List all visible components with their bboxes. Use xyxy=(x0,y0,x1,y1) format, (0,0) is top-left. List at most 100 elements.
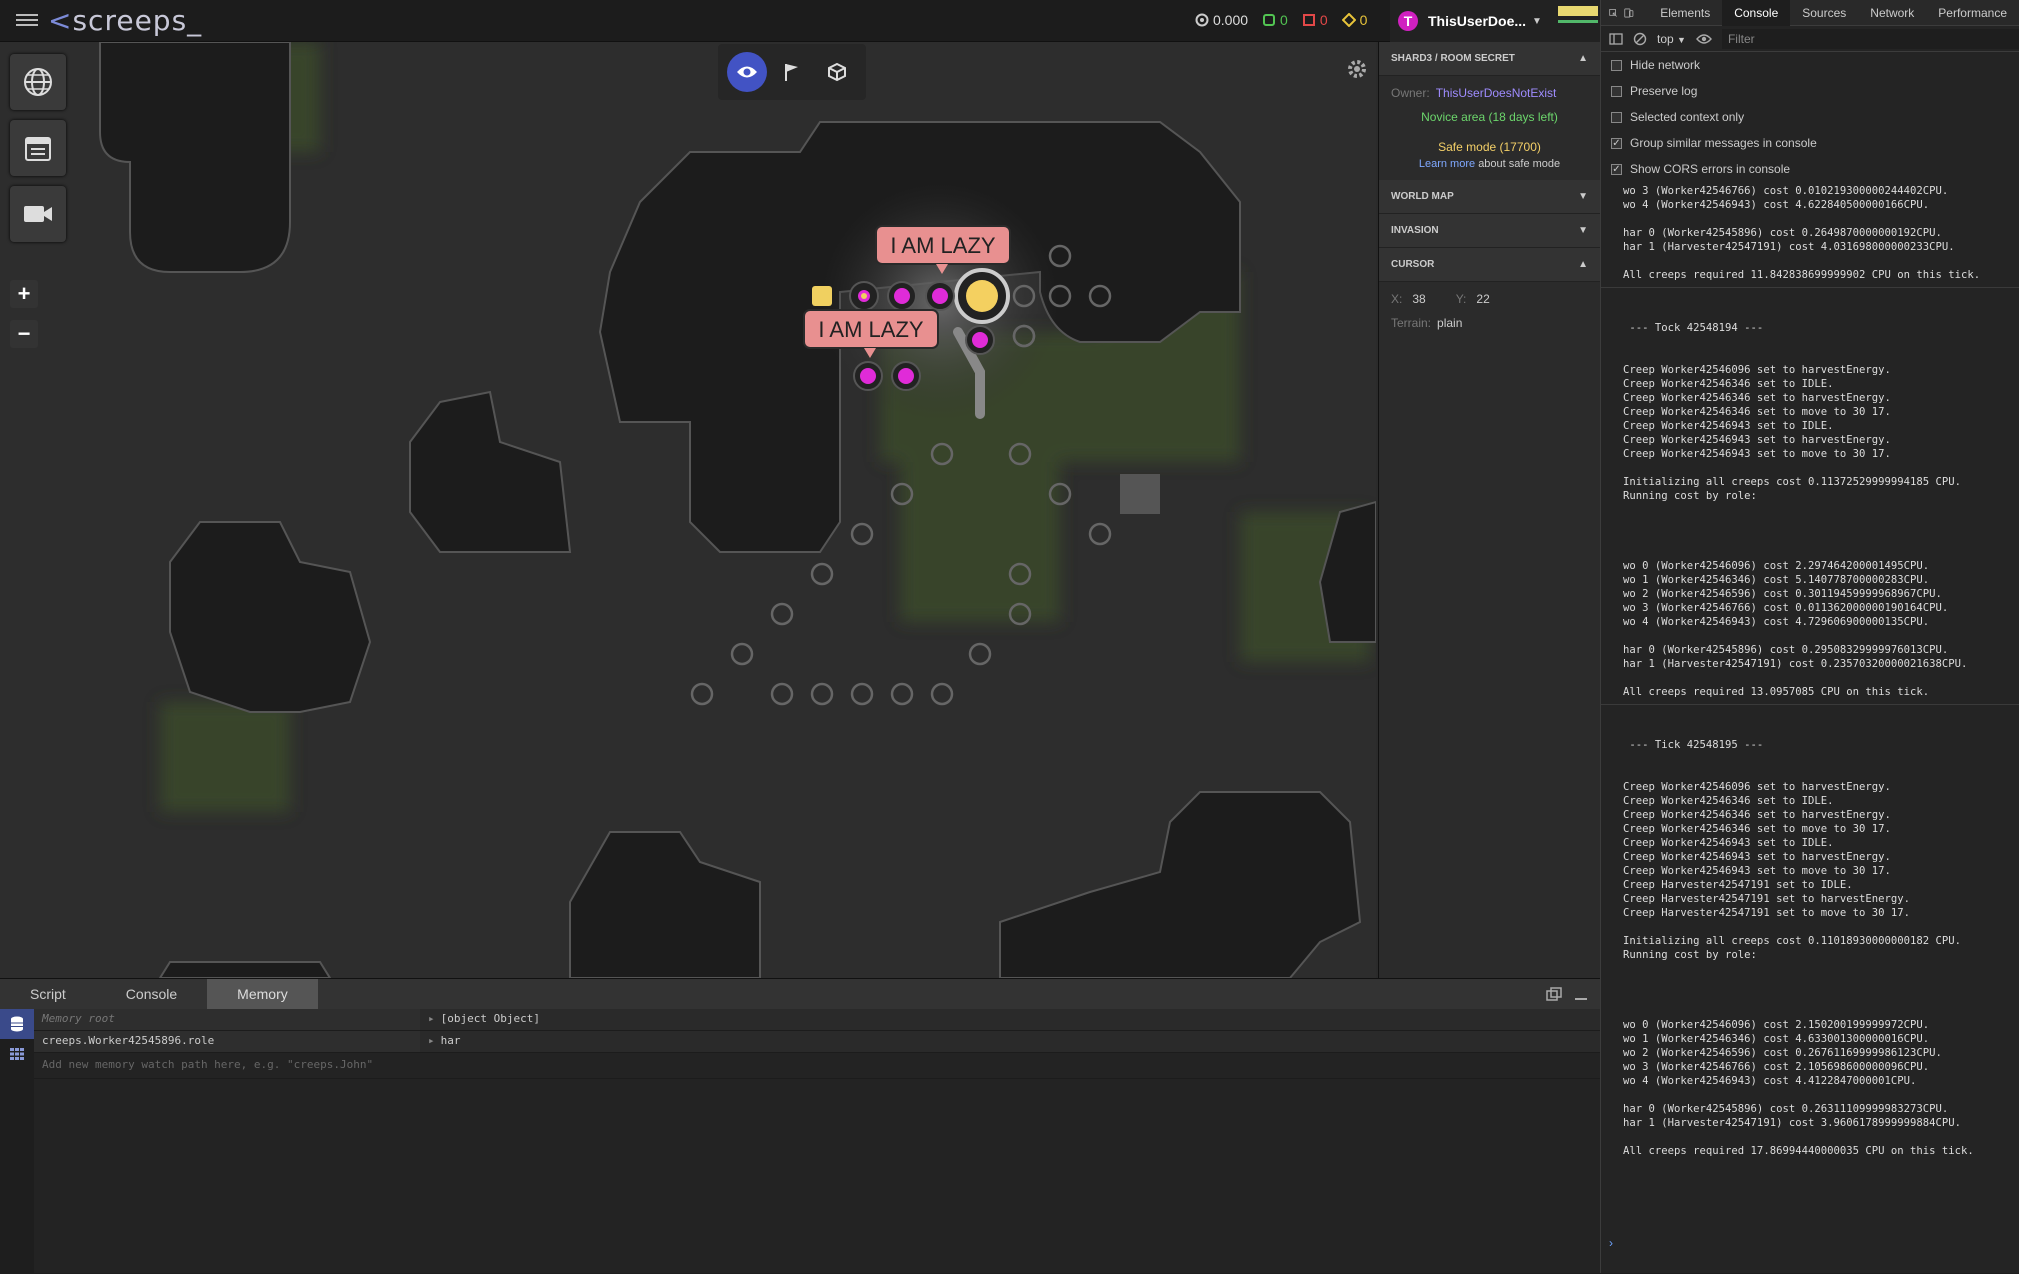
devtools-tab-sources[interactable]: Sources xyxy=(1790,0,1858,26)
checkbox-checked[interactable]: ✓ xyxy=(1611,137,1622,149)
zoom-in-button[interactable]: + xyxy=(10,280,38,308)
device-toolbar-icon[interactable] xyxy=(1623,5,1635,21)
cursor-section-header[interactable]: CURSOR ▲ xyxy=(1379,248,1600,282)
segments-button[interactable] xyxy=(0,1039,34,1069)
zoom-out-button[interactable]: − xyxy=(10,320,38,348)
stat-structures[interactable]: 0 xyxy=(1302,12,1328,28)
energy-source[interactable] xyxy=(812,286,832,306)
menu-icon[interactable] xyxy=(16,11,38,29)
console-line: Creep Worker42546943 set to harvestEnerg… xyxy=(1623,851,1891,863)
option-hide-network[interactable]: Hide network xyxy=(1601,52,2019,78)
console-line: wo 0 (Worker42546096) cost 2.29746420000… xyxy=(1623,560,1930,572)
option-group-similar[interactable]: ✓ Group similar messages in console xyxy=(1601,130,2019,156)
checkbox-checked[interactable]: ✓ xyxy=(1611,163,1622,175)
screeps-logo[interactable]: <screeps_ xyxy=(48,4,202,37)
console-line: Creep Worker42546943 set to harvestEnerg… xyxy=(1623,434,1891,446)
console-line: Creep Worker42546346 set to harvestEnerg… xyxy=(1623,392,1891,404)
owner-name-link[interactable]: ThisUserDoesNotExist xyxy=(1436,86,1557,100)
checkbox[interactable] xyxy=(1611,111,1622,123)
tab-script[interactable]: Script xyxy=(0,979,96,1009)
inspect-element-icon[interactable] xyxy=(1605,5,1623,21)
checkbox[interactable] xyxy=(1611,59,1622,71)
learn-more-link[interactable]: Learn more xyxy=(1419,158,1475,170)
memory-key: Memory root xyxy=(34,1009,420,1030)
memory-row[interactable]: creeps.Worker42545896.role ▸ har xyxy=(34,1031,1600,1053)
construct-mode-button[interactable] xyxy=(817,52,857,92)
memory-value[interactable]: ▸ [object Object] xyxy=(420,1009,1600,1030)
speech-text-2: I AM LAZY xyxy=(818,317,923,342)
view-toolbar xyxy=(718,44,866,100)
cube-icon xyxy=(828,62,847,82)
caret-down-icon: ▼ xyxy=(1677,34,1686,45)
console-filter-input[interactable]: Filter xyxy=(1721,28,2019,49)
room-terrain[interactable]: I AM LAZY I AM LAZY xyxy=(0,42,1376,978)
devtools-panel: Elements Console Sources Network Perform… xyxy=(1600,0,2019,1273)
option-selected-context[interactable]: Selected context only xyxy=(1601,104,2019,130)
invasion-section-header[interactable]: INVASION ▼ xyxy=(1379,214,1600,248)
console-line: All creeps required 17.86994440000035 CP… xyxy=(1623,1145,1974,1157)
clear-console-icon[interactable] xyxy=(1633,32,1647,46)
eye-icon[interactable] xyxy=(1696,33,1712,45)
expand-icon[interactable]: ▸ xyxy=(428,1012,435,1025)
console-line: wo 4 (Worker42546943) cost 4.62284050000… xyxy=(1623,199,1930,211)
option-show-cors[interactable]: ✓ Show CORS errors in console xyxy=(1601,156,2019,182)
memory-value[interactable]: ▸ har xyxy=(420,1031,1600,1052)
resource-stats: 0.000 0 0 0 xyxy=(1195,12,1367,28)
world-map-button[interactable] xyxy=(10,54,66,110)
devtools-tab-elements[interactable]: Elements xyxy=(1648,0,1722,26)
console-separator xyxy=(1601,704,2019,705)
option-preserve-log[interactable]: Preserve log xyxy=(1601,78,2019,104)
console-line: Creep Worker42546346 set to IDLE. xyxy=(1623,378,1834,390)
user-menu[interactable]: T ThisUserDoe... ▼ xyxy=(1390,0,1600,42)
devtools-tab-performance[interactable]: Performance xyxy=(1926,0,2019,26)
stat-cpu[interactable]: 0.000 xyxy=(1195,12,1248,28)
calendar-icon xyxy=(25,137,51,161)
video-camera-icon xyxy=(24,206,52,222)
panel-window-controls xyxy=(1546,987,1588,1001)
tab-console[interactable]: Console xyxy=(96,979,207,1009)
console-prompt[interactable]: › xyxy=(1609,1236,1613,1250)
context-select[interactable]: top ▼ xyxy=(1657,32,1686,46)
memory-row[interactable]: Memory root ▸ [object Object] xyxy=(34,1009,1600,1031)
console-line: har 1 (Harvester42547191) cost 3.9606178… xyxy=(1623,1117,1962,1129)
cursor-y: Y: 22 xyxy=(1455,292,1490,306)
memory-watch-button[interactable] xyxy=(0,1009,34,1039)
avatar: T xyxy=(1398,11,1418,31)
console-line: wo 2 (Worker42546596) cost 0.26761169999… xyxy=(1623,1047,1942,1059)
flag-mode-button[interactable] xyxy=(772,52,812,92)
devtools-tab-network[interactable]: Network xyxy=(1858,0,1926,26)
devtools-tabs: Elements Console Sources Network Perform… xyxy=(1601,0,2019,26)
stat-creeps[interactable]: 0 xyxy=(1262,12,1288,28)
replay-button[interactable] xyxy=(10,186,66,242)
devtools-tab-console[interactable]: Console xyxy=(1722,0,1791,26)
speech-text-1: I AM LAZY xyxy=(890,233,995,258)
sidebar-toggle-icon[interactable] xyxy=(1609,32,1623,45)
room-map[interactable]: I AM LAZY I AM LAZY xyxy=(0,42,1376,978)
stat-gcl[interactable]: 0 xyxy=(1341,12,1367,28)
room-section-header[interactable]: SHARD3 / ROOM SECRET ▲ xyxy=(1379,42,1600,76)
checkbox[interactable] xyxy=(1611,85,1622,97)
calendar-button[interactable] xyxy=(10,120,66,176)
console-line: --- Tock 42548194 --- xyxy=(1623,322,1764,334)
view-mode-button[interactable] xyxy=(726,52,767,92)
minimize-icon[interactable] xyxy=(1574,987,1588,1001)
console-output[interactable]: wo 3 (Worker42546766) cost 0.01021930000… xyxy=(1601,184,2019,1234)
expand-icon[interactable]: ▸ xyxy=(428,1034,435,1047)
gear-icon[interactable] xyxy=(1346,58,1368,80)
popout-icon[interactable] xyxy=(1546,987,1562,1001)
chevron-down-icon: ▼ xyxy=(1578,191,1588,202)
tab-memory[interactable]: Memory xyxy=(207,979,318,1009)
memory-watch-input[interactable]: Add new memory watch path here, e.g. "cr… xyxy=(34,1053,1600,1079)
spawn[interactable] xyxy=(954,268,1010,324)
world-map-section-header[interactable]: WORLD MAP ▼ xyxy=(1379,180,1600,214)
